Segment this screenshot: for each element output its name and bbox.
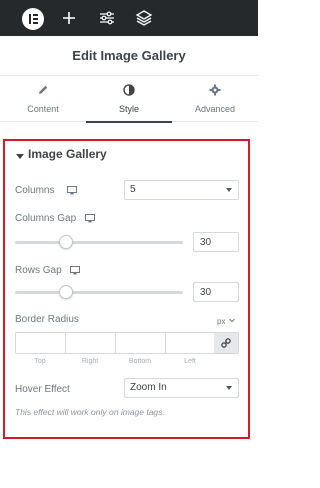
border-radius-left-label: Left	[184, 358, 196, 365]
tab-style-label: Style	[118, 104, 139, 114]
hover-effect-select[interactable]: Zoom In	[124, 378, 239, 398]
gear-icon	[209, 84, 221, 96]
tab-advanced[interactable]: Advanced	[172, 76, 258, 122]
chevron-down-icon	[226, 188, 232, 192]
columns-value: 5	[130, 184, 136, 195]
tab-content-label: Content	[27, 104, 59, 114]
tab-style[interactable]: Style	[86, 76, 172, 123]
chevron-down-icon	[226, 386, 232, 390]
columns-select[interactable]: 5	[124, 180, 239, 200]
columns-label: Columns	[15, 185, 55, 196]
desktop-icon[interactable]	[85, 214, 95, 223]
border-radius-left-input[interactable]	[166, 333, 216, 353]
add-icon[interactable]	[59, 8, 79, 28]
desktop-icon[interactable]	[67, 186, 77, 195]
border-radius-top-input[interactable]	[16, 333, 66, 353]
border-radius-top-label: Top	[34, 358, 46, 365]
contrast-icon	[123, 84, 135, 96]
tab-content[interactable]: Content	[0, 76, 86, 122]
layers-icon[interactable]	[134, 8, 154, 28]
panel-title: Edit Image Gallery	[72, 48, 186, 63]
border-radius-bottom-label: Bottom	[128, 358, 152, 365]
link-icon	[221, 338, 231, 348]
rows-gap-label: Rows Gap	[15, 265, 62, 276]
border-radius-label: Border Radius	[15, 314, 79, 325]
image-gallery-section: Image Gallery Columns 5 Columns Gap 30 R…	[3, 139, 250, 439]
hover-effect-label: Hover Effect	[15, 384, 70, 395]
chevron-down-icon[interactable]	[229, 318, 235, 323]
columns-gap-input[interactable]: 30	[193, 232, 239, 252]
border-radius-right-label: Right	[81, 358, 99, 365]
columns-gap-label: Columns Gap	[15, 213, 77, 224]
rows-gap-slider-handle[interactable]	[59, 285, 73, 299]
tab-advanced-label: Advanced	[194, 104, 236, 114]
hover-effect-value: Zoom In	[130, 382, 167, 393]
settings-sliders-icon[interactable]	[97, 8, 117, 28]
border-radius-dimensions	[15, 332, 239, 354]
elementor-logo-icon[interactable]	[22, 8, 44, 30]
columns-gap-value: 30	[200, 237, 212, 248]
pencil-icon	[39, 85, 48, 94]
section-title[interactable]: Image Gallery	[28, 147, 107, 161]
border-radius-bottom-input[interactable]	[116, 333, 166, 353]
columns-gap-slider-handle[interactable]	[59, 235, 73, 249]
desktop-icon[interactable]	[70, 266, 80, 275]
section-collapse-caret-icon[interactable]	[16, 154, 24, 159]
columns-gap-slider-track[interactable]	[15, 241, 183, 244]
rows-gap-input[interactable]: 30	[193, 282, 239, 302]
border-radius-unit[interactable]: px	[217, 317, 225, 326]
hover-effect-note: This effect will work only on image tags…	[15, 407, 165, 417]
panel-tabs: Content Style Advanced	[0, 76, 258, 123]
border-radius-right-input[interactable]	[66, 333, 116, 353]
panel-header: Edit Image Gallery	[0, 36, 258, 76]
rows-gap-slider-track[interactable]	[15, 291, 183, 294]
link-values-button[interactable]	[214, 333, 238, 353]
rows-gap-value: 30	[200, 287, 212, 298]
top-toolbar	[0, 0, 258, 36]
